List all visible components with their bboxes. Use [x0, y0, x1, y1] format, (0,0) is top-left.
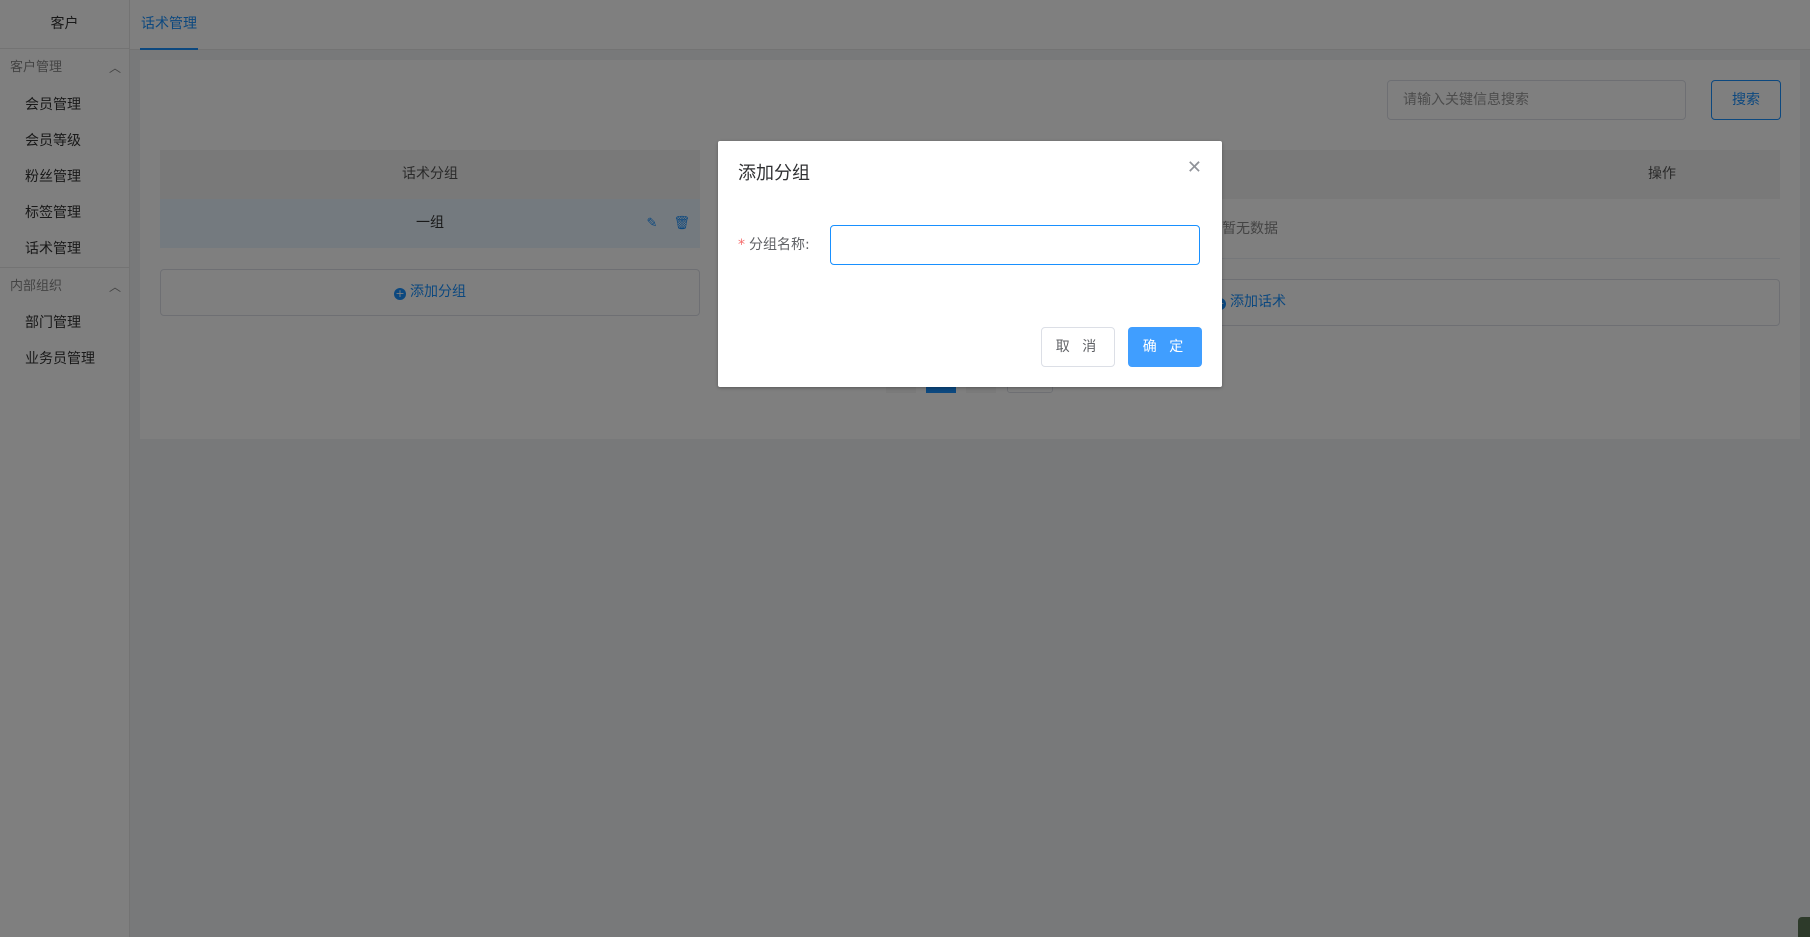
close-icon[interactable]: ✕ — [1187, 157, 1202, 178]
required-mark: * — [738, 237, 745, 253]
confirm-button[interactable]: 确 定 — [1128, 327, 1202, 367]
corner-widget — [1798, 917, 1810, 937]
add-group-dialog: 添加分组 ✕ * 分组名称: 取 消 确 定 — [718, 141, 1222, 387]
cancel-button[interactable]: 取 消 — [1041, 327, 1115, 367]
group-name-input[interactable] — [830, 225, 1200, 265]
group-name-label-text: 分组名称: — [749, 237, 810, 253]
group-name-label: * 分组名称: — [738, 234, 810, 254]
dialog-title: 添加分组 — [738, 163, 810, 184]
